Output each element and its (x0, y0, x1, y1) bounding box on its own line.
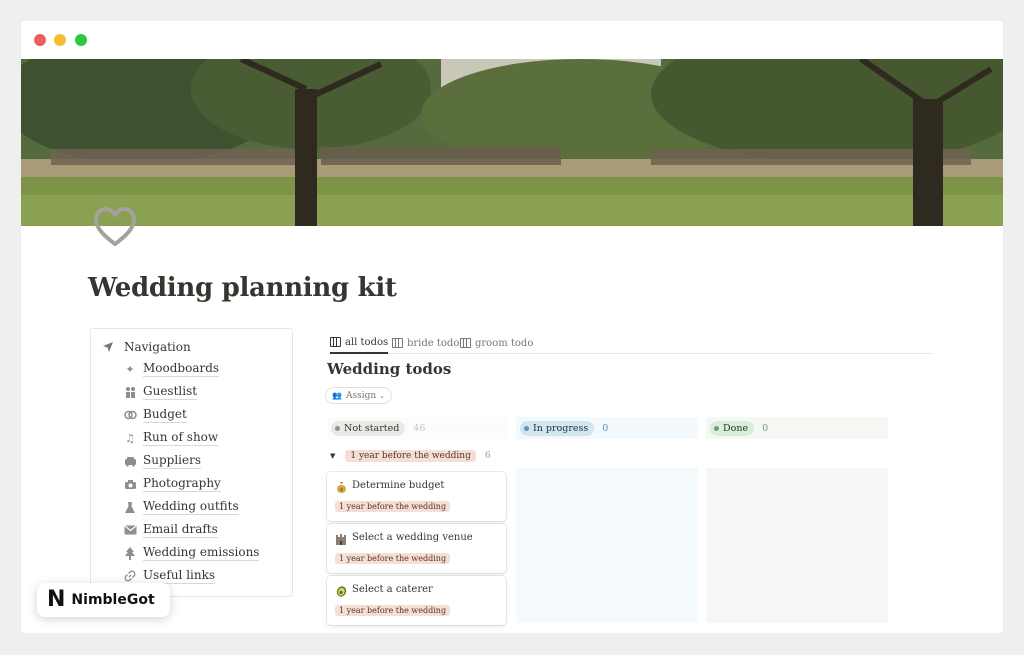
board-card[interactable]: Select a wedding venue 1 year before the… (327, 524, 506, 573)
board-view-icon (330, 337, 341, 347)
nav-item-photography[interactable]: Photography (123, 475, 221, 493)
camera-icon (123, 477, 137, 491)
app-window: Wedding planning kit Navigation ✦ Moodbo… (21, 21, 1003, 633)
in-progress-lane[interactable] (516, 468, 698, 623)
tab-bride-todo[interactable]: bride todo (392, 332, 459, 354)
nav-item-moodboards[interactable]: ✦ Moodboards (123, 360, 220, 378)
nav-item-wedding-emissions[interactable]: Wedding emissions (123, 544, 260, 562)
zoom-window-button[interactable] (75, 34, 87, 46)
chevron-down-icon: ⌄ (379, 391, 386, 400)
money-bag-icon: $ (335, 481, 347, 493)
nav-item-label: Photography (143, 476, 221, 492)
nimblegot-watermark: N NimbleGot (37, 583, 170, 617)
nav-item-label: Wedding emissions (143, 545, 260, 561)
board-card[interactable]: Select a caterer 1 year before the weddi… (327, 576, 506, 625)
nav-item-label: Moodboards (143, 361, 220, 377)
cover-image (21, 59, 1003, 226)
mail-icon (123, 523, 137, 537)
done-lane[interactable] (706, 468, 888, 623)
coins-icon (123, 408, 137, 422)
tab-label: groom todo (475, 337, 534, 349)
column-done[interactable]: Done 0 (706, 417, 888, 439)
nav-item-label: Email drafts (143, 522, 218, 538)
tree-icon (123, 546, 137, 560)
heart-icon[interactable] (93, 207, 137, 247)
assign-label: Assign (345, 390, 377, 401)
nav-item-email-drafts[interactable]: Email drafts (123, 521, 218, 539)
card-title: Determine budget (352, 480, 445, 491)
tab-label: bride todo (407, 337, 460, 349)
nav-item-label: Wedding outfits (143, 499, 239, 515)
board-view-icon (392, 338, 403, 348)
dress-icon (123, 500, 137, 514)
tab-groom-todo[interactable]: groom todo (460, 332, 533, 354)
title-bar (21, 21, 1003, 59)
card-tag: 1 year before the wedding (335, 605, 451, 616)
group-label: 1 year before the wedding (345, 450, 476, 462)
view-tabs: all todos bride todo groom todo (327, 330, 934, 354)
column-count: 0 (762, 422, 769, 434)
column-count: 0 (602, 422, 609, 434)
nav-item-label: Suppliers (143, 453, 201, 469)
arrow-icon (101, 340, 115, 354)
status-badge: Done (710, 420, 755, 436)
tab-all-todos[interactable]: all todos (330, 332, 389, 354)
assign-filter-button[interactable]: 👥 Assign ⌄ (325, 387, 393, 404)
nav-item-guestlist[interactable]: Guestlist (123, 383, 198, 401)
card-tag: 1 year before the wedding (335, 501, 451, 512)
column-count: 46 (413, 422, 426, 434)
nav-item-wedding-outfits[interactable]: Wedding outfits (123, 498, 239, 516)
card-title: Select a caterer (352, 584, 433, 595)
minimize-window-button[interactable] (54, 34, 66, 46)
people-icon (123, 385, 137, 399)
castle-icon (335, 533, 347, 545)
navigation-callout: Navigation ✦ Moodboards Guestlist Budget… (90, 328, 293, 597)
music-note-icon: ♫ (125, 431, 135, 445)
watermark-text: NimbleGot (71, 592, 155, 608)
column-in-progress[interactable]: In progress 0 (516, 417, 698, 439)
page-title: Wedding planning kit (88, 273, 397, 303)
nimblegot-logo: N (47, 587, 66, 612)
status-badge: Not started (331, 420, 406, 436)
link-icon (123, 569, 137, 583)
card-title: Select a wedding venue (352, 532, 473, 543)
triangle-down-icon[interactable]: ▼ (330, 452, 335, 460)
cover-photo-illustration (21, 59, 1003, 226)
nav-item-label: Guestlist (143, 384, 198, 400)
nav-item-budget[interactable]: Budget (123, 406, 187, 424)
status-badge: In progress (520, 420, 595, 436)
close-window-button[interactable] (34, 34, 46, 46)
people-icon: 👥 (332, 391, 342, 400)
nav-item-label: Budget (143, 407, 187, 423)
car-icon (123, 454, 137, 468)
navigation-heading-label: Navigation (124, 340, 191, 354)
svg-text:$: $ (339, 487, 342, 493)
board-view-icon (460, 338, 471, 348)
navigation-heading: Navigation (101, 340, 191, 354)
nav-item-run-of-show[interactable]: ♫ Run of show (123, 429, 219, 447)
board-card[interactable]: $ Determine budget 1 year before the wed… (327, 472, 506, 521)
tab-label: all todos (345, 336, 389, 348)
nav-item-label: Run of show (143, 430, 219, 446)
avocado-icon (335, 585, 347, 597)
nav-item-suppliers[interactable]: Suppliers (123, 452, 201, 470)
column-not-started[interactable]: Not started 46 (327, 417, 509, 439)
card-tag: 1 year before the wedding (335, 553, 451, 564)
group-header[interactable]: ▼ 1 year before the wedding 6 (330, 447, 491, 465)
sparkles-icon: ✦ (125, 362, 135, 376)
nav-item-label: Useful links (143, 568, 216, 584)
group-count: 6 (484, 451, 491, 461)
database-title[interactable]: Wedding todos (327, 360, 451, 378)
